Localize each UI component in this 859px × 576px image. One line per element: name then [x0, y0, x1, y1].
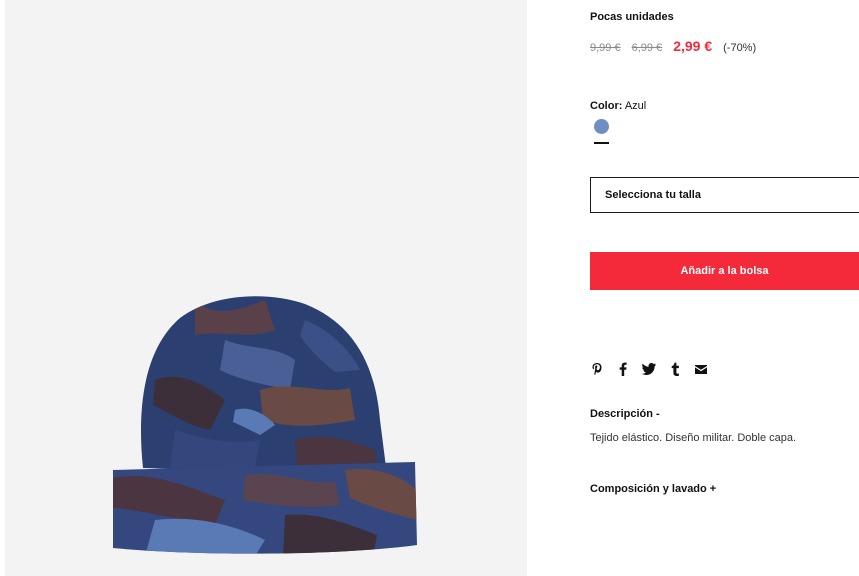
previous-price: 6,99 € — [631, 42, 663, 54]
tumblr-icon[interactable] — [668, 362, 682, 376]
color-swatch-azul[interactable] — [594, 119, 609, 134]
price-row: 9,99 € 6,99 € 2,99 € (-70%) — [590, 38, 756, 54]
description-toggle[interactable]: Descripción - — [590, 408, 660, 420]
product-info-panel: Pocas unidades 9,99 € 6,99 € 2,99 € (-70… — [590, 0, 859, 576]
current-price: 2,99 € — [673, 38, 713, 54]
size-selector-label: Selecciona tu talla — [605, 189, 701, 201]
camo-beanie-image — [113, 296, 417, 554]
mail-icon[interactable] — [694, 362, 708, 376]
selected-swatch-indicator — [594, 142, 609, 144]
color-value: Azul — [624, 100, 647, 112]
share-icons — [590, 362, 708, 376]
product-image[interactable] — [5, 0, 527, 576]
stock-status: Pocas unidades — [590, 11, 674, 23]
pinterest-icon[interactable] — [590, 362, 604, 376]
color-label: Color: — [590, 100, 623, 112]
original-price: 9,99 € — [590, 42, 621, 54]
twitter-icon[interactable] — [642, 362, 656, 376]
add-to-bag-button[interactable]: Añadir a la bolsa — [590, 252, 859, 290]
composition-toggle[interactable]: Composición y lavado + — [590, 483, 716, 495]
facebook-icon[interactable] — [616, 362, 630, 376]
discount-badge: (-70%) — [723, 42, 757, 54]
size-selector[interactable]: Selecciona tu talla — [590, 177, 859, 213]
description-text: Tejido elástico. Diseño militar. Doble c… — [590, 432, 797, 444]
color-label-row: Color: Azul — [590, 100, 646, 112]
